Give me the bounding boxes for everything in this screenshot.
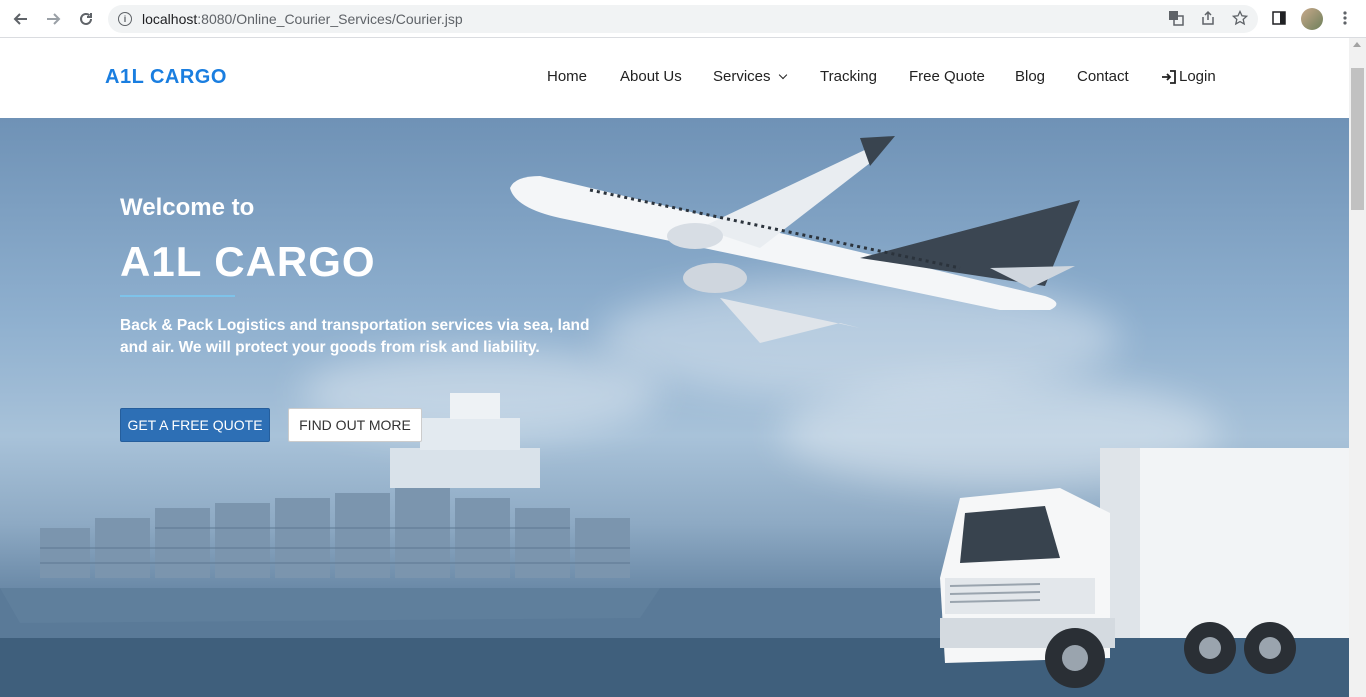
info-icon[interactable]: i (118, 12, 132, 26)
profile-avatar[interactable] (1301, 8, 1323, 30)
scroll-up-arrow[interactable] (1353, 42, 1361, 47)
nav-login[interactable]: Login (1161, 68, 1216, 85)
menu-dots-icon[interactable] (1334, 7, 1356, 29)
page-scrollbar[interactable] (1349, 38, 1366, 697)
nav-about[interactable]: About Us (620, 68, 682, 85)
site-header: A1L CARGO Home About Us Services Trackin… (0, 38, 1349, 118)
forward-icon[interactable] (41, 7, 65, 31)
chevron-down-icon (778, 70, 787, 79)
browser-toolbar: i localhost:8080/Online_Courier_Services… (0, 0, 1366, 38)
nav-home[interactable]: Home (547, 68, 587, 85)
address-bar[interactable]: i localhost:8080/Online_Courier_Services… (108, 5, 1258, 33)
nav-contact[interactable]: Contact (1077, 68, 1129, 85)
nav-services-label: Services (713, 68, 771, 85)
hero-welcome: Welcome to (120, 194, 255, 221)
nav-free-quote[interactable]: Free Quote (909, 68, 985, 85)
scrollbar-thumb[interactable] (1351, 68, 1364, 210)
translate-icon[interactable] (1165, 7, 1187, 29)
share-icon[interactable] (1197, 7, 1219, 29)
find-out-more-button[interactable]: FIND OUT MORE (288, 408, 422, 442)
back-icon[interactable] (9, 7, 33, 31)
airplane-image (510, 136, 1080, 343)
nav-tracking[interactable]: Tracking (820, 68, 877, 85)
side-panel-icon[interactable] (1268, 7, 1290, 29)
road-shape (0, 638, 1349, 697)
title-underline (120, 295, 235, 297)
url-path: :8080/Online_Courier_Services/Courier.js… (197, 11, 463, 27)
login-icon (1162, 69, 1176, 84)
nav-login-label: Login (1179, 68, 1216, 85)
star-icon[interactable] (1229, 7, 1251, 29)
url-host: localhost (142, 11, 198, 27)
get-free-quote-button[interactable]: GET A FREE QUOTE (120, 408, 270, 442)
hero-banner: Welcome to A1L CARGO Back & Pack Logisti… (0, 118, 1349, 697)
reload-icon[interactable] (74, 7, 98, 31)
hero-title: A1L CARGO (120, 238, 376, 285)
brand-logo[interactable]: A1L CARGO (105, 66, 227, 89)
hero-description: Back & Pack Logistics and transportation… (120, 317, 590, 356)
nav-services[interactable]: Services (713, 68, 787, 85)
nav-blog[interactable]: Blog (1015, 68, 1045, 85)
